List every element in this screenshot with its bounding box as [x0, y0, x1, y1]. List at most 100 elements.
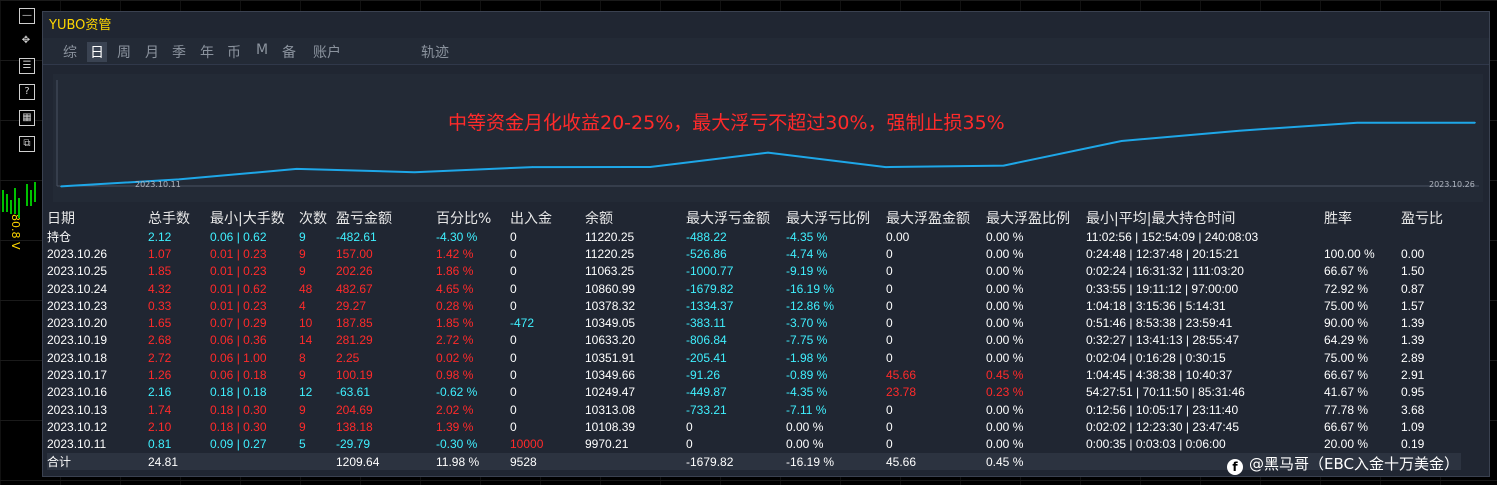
- column-header[interactable]: 最小|大手数: [210, 208, 299, 228]
- table-cell: 29.27: [336, 298, 367, 313]
- table-row[interactable]: 2023.10.17 1.26 0.06 | 0.18 9 100.19 0.98 % 0 1…: [47, 366, 1461, 383]
- column-header[interactable]: 最大浮盈比例: [986, 208, 1086, 228]
- table-row[interactable]: 2023.10.24 4.32 0.01 | 0.62 48 482.67 4.65 % 0…: [47, 280, 1461, 297]
- column-header[interactable]: 总手数: [148, 208, 210, 228]
- table-cell: -16.19 %: [786, 281, 835, 296]
- table-cell: 0: [510, 368, 517, 383]
- table-cell: 5: [299, 437, 306, 452]
- equity-point: [649, 166, 651, 168]
- column-header[interactable]: 最大浮盈金额: [886, 208, 986, 228]
- equity-point: [767, 151, 769, 154]
- tab-year[interactable]: 年: [200, 42, 214, 62]
- table-cell: 1.09: [1401, 419, 1425, 434]
- tab-quarter[interactable]: 季: [172, 42, 186, 62]
- table-cell: 10860.99: [585, 281, 636, 296]
- table-cell: 100.19: [336, 368, 373, 383]
- column-header[interactable]: 次数: [299, 208, 336, 228]
- column-header[interactable]: 出入金: [510, 208, 585, 228]
- panel-title: YUBO资管: [49, 18, 112, 33]
- column-header[interactable]: 日期: [47, 208, 148, 228]
- column-header[interactable]: 最大浮亏金额: [686, 208, 786, 228]
- table-cell: 0.07 | 0.29: [210, 316, 267, 331]
- minimize-button[interactable]: —: [19, 8, 35, 24]
- table-row[interactable]: 2023.10.20 1.65 0.07 | 0.29 10 187.85 1.85 % -…: [47, 314, 1461, 331]
- table-cell: -733.21: [686, 402, 727, 417]
- table-cell: -7.11 %: [786, 402, 827, 417]
- table-cell: 0:32:27 | 13:41:13 | 28:55:47: [1086, 333, 1240, 348]
- table-cell: 2.91: [1401, 368, 1425, 383]
- table-cell: 0:33:55 | 19:11:12 | 97:00:00: [1086, 281, 1239, 296]
- table-cell: -91.26: [686, 368, 721, 383]
- column-header[interactable]: 百分比%: [436, 208, 510, 228]
- table-row[interactable]: 2023.10.26 1.07 0.01 | 0.23 9 157.00 1.42 % 0 1…: [47, 245, 1461, 262]
- table-cell: 48: [299, 281, 313, 296]
- tab-bar: 综 日 周 月 季 年 币 M 备 账户 轨迹: [43, 38, 1489, 65]
- table-cell: 90.00 %: [1324, 316, 1369, 331]
- crosshair-button[interactable]: ✥: [19, 34, 33, 48]
- table-cell: 1.50: [1401, 264, 1425, 279]
- table-cell: 0: [510, 246, 517, 261]
- table-cell: 持仓: [47, 230, 72, 245]
- total-cell: [585, 452, 686, 471]
- table-cell: 9: [299, 419, 306, 434]
- facebook-icon: f: [1227, 459, 1243, 475]
- table-row[interactable]: 2023.10.19 2.68 0.06 | 0.36 14 281.29 2.72 % 0…: [47, 332, 1461, 349]
- total-cell: 24.81: [148, 452, 210, 471]
- table-cell: 0: [510, 333, 517, 348]
- column-header[interactable]: 盈亏金额: [336, 208, 436, 228]
- table-cell: 1:04:45 | 4:38:38 | 10:40:37: [1086, 368, 1233, 383]
- table-row[interactable]: 持仓 2.12 0.06 | 0.62 9 -482.61 -4.30 % 0 11220.2…: [47, 228, 1461, 245]
- table-row[interactable]: 2023.10.16 2.16 0.18 | 0.18 12 -63.61 -0.62 %…: [47, 384, 1461, 401]
- table-cell: 0.00 %: [986, 229, 1024, 244]
- table-row[interactable]: 2023.10.11 0.81 0.09 | 0.27 5 -29.79 -0.30 % 1…: [47, 436, 1461, 453]
- column-header[interactable]: 盈亏比: [1401, 208, 1461, 228]
- tab-currency[interactable]: 币: [227, 42, 241, 62]
- table-cell: 2.12: [148, 229, 172, 244]
- tab-track[interactable]: 轨迹: [421, 42, 449, 62]
- table-cell: 138.18: [336, 419, 373, 434]
- list-button[interactable]: ☰: [19, 58, 35, 74]
- table-cell: -205.41: [686, 350, 727, 365]
- table-cell: 482.67: [336, 281, 373, 296]
- grid-button[interactable]: ▦: [19, 110, 35, 126]
- table-row[interactable]: 2023.10.18 2.72 0.06 | 1.00 8 2.25 0.02 % 0 103…: [47, 349, 1461, 366]
- table-cell: 0.95: [1401, 385, 1425, 400]
- window-button[interactable]: ⧉: [19, 136, 35, 152]
- table-cell: 0:00:35 | 0:03:03 | 0:06:00: [1086, 437, 1226, 452]
- table-cell: -488.22: [686, 229, 727, 244]
- tab-month[interactable]: 月: [145, 42, 159, 62]
- help-button[interactable]: ?: [19, 84, 35, 100]
- tab-account[interactable]: 账户: [313, 42, 341, 62]
- table-cell: -383.11: [686, 316, 726, 331]
- tab-summary[interactable]: 综: [63, 42, 77, 62]
- table-cell: 10313.08: [585, 402, 636, 417]
- table-cell: 66.67 %: [1324, 419, 1369, 434]
- table-cell: 0.02 %: [436, 350, 474, 365]
- table-cell: 4.65 %: [436, 281, 474, 296]
- table-cell: 11220.25: [585, 246, 635, 261]
- table-cell: 0.01 | 0.62: [210, 281, 267, 296]
- table-cell: 2023.10.26: [47, 246, 108, 261]
- column-header[interactable]: 胜率: [1324, 208, 1401, 228]
- column-header[interactable]: 余额: [585, 208, 686, 228]
- column-header[interactable]: 最大浮亏比例: [786, 208, 886, 228]
- table-cell: -472: [510, 316, 535, 331]
- tab-notes[interactable]: 备: [282, 42, 296, 62]
- tab-week[interactable]: 周: [117, 42, 131, 62]
- table-row[interactable]: 2023.10.12 2.10 0.18 | 0.30 9 138.18 1.39 % 0 1…: [47, 418, 1461, 435]
- table-cell: 0: [510, 264, 517, 279]
- table-row[interactable]: 2023.10.23 0.33 0.01 | 0.23 4 29.27 0.28 % 0 10…: [47, 297, 1461, 314]
- column-header[interactable]: 最小|平均|最大持仓时间: [1086, 208, 1324, 228]
- chart-headline: 中等资金月化收益20-25%，最大浮亏不超过30%，强制止损35%: [448, 112, 1005, 134]
- table-cell: -1000.77: [686, 264, 734, 279]
- table-cell: 1.85: [148, 264, 172, 279]
- table-row[interactable]: 2023.10.25 1.85 0.01 | 0.23 9 202.26 1.86 % 0 1…: [47, 263, 1461, 280]
- watermark: f @黑马哥（EBC入金十万美金）: [1227, 453, 1459, 475]
- table-cell: -63.61: [336, 385, 371, 400]
- table-row[interactable]: 2023.10.13 1.74 0.18 | 0.30 9 204.69 2.02 % 0 1…: [47, 401, 1461, 418]
- tab-m[interactable]: M: [256, 42, 268, 58]
- table-cell: 2.72 %: [436, 333, 474, 348]
- equity-point: [1002, 164, 1005, 167]
- table-cell: 12: [299, 385, 313, 400]
- tab-day[interactable]: 日: [87, 42, 107, 62]
